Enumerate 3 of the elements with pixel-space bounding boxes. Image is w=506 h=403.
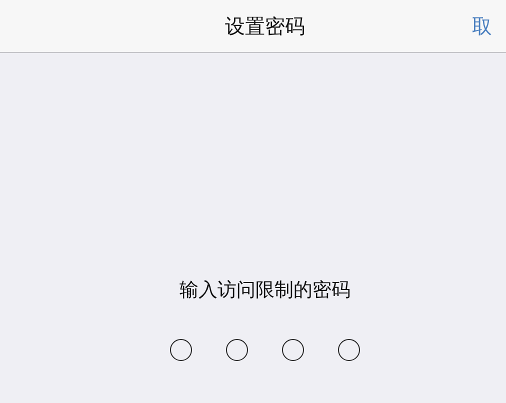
cancel-button[interactable]: 取 bbox=[472, 13, 492, 40]
passcode-prompt: 输入访问限制的密码 bbox=[180, 278, 350, 303]
screen-title: 设置密码 bbox=[225, 12, 305, 40]
